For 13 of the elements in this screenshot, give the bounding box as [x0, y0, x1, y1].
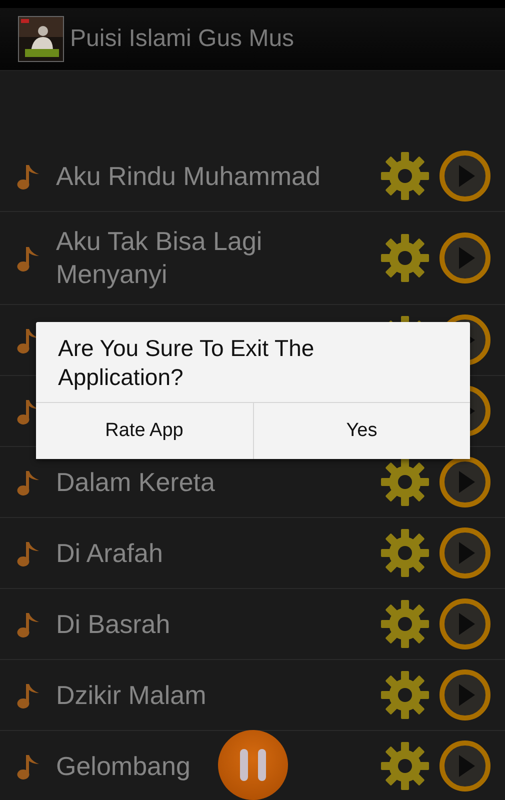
- settings-icon[interactable]: [379, 456, 431, 508]
- app-title: Puisi Islami Gus Mus: [70, 25, 294, 53]
- dialog-message: Are You Sure To Exit The Application?: [58, 334, 316, 392]
- dialog-button[interactable]: Rate App: [36, 403, 252, 459]
- song-title[interactable]: Dzikir Malam: [56, 678, 379, 712]
- song-title[interactable]: Aku Rindu Muhammad: [56, 160, 379, 192]
- song-title[interactable]: Dalam Kereta: [56, 466, 379, 498]
- song-title[interactable]: Gelombang: [56, 750, 379, 782]
- song-title[interactable]: Di Arafah: [56, 536, 379, 570]
- song-title[interactable]: Aku Tak Bisa Lagi Menyanyi: [56, 225, 379, 291]
- song-title[interactable]: Di Basrah: [56, 608, 379, 640]
- play-button[interactable]: [439, 456, 491, 508]
- dialog-button[interactable]: Yes: [252, 403, 470, 459]
